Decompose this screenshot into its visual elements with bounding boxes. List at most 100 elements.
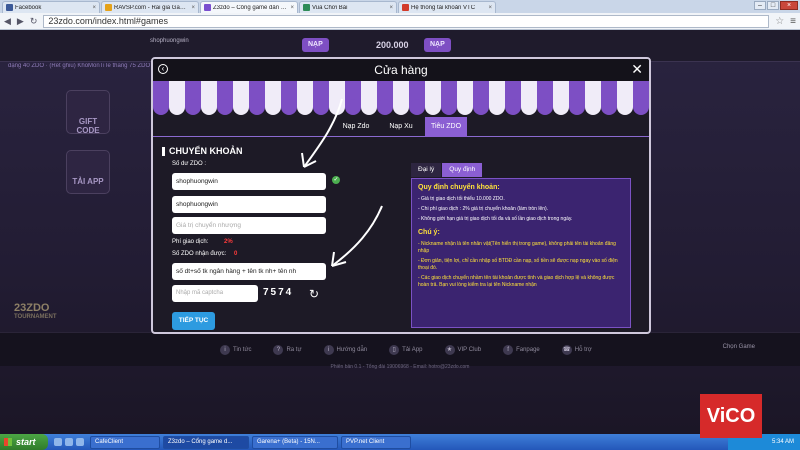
transfer-note-input[interactable]: số dt+số tk ngân hàng + tên tk nh+ tên n… [172,263,326,280]
tab-close-icon[interactable]: × [488,5,492,11]
note-item: - Nickname nhận là tên nhân vật(Tên hiển… [418,241,616,254]
question-icon: ? [273,344,284,355]
tab-close-icon[interactable]: × [191,5,195,11]
footer-label: Ra tự [286,346,302,353]
footer-download[interactable]: ▯ Tải App [389,344,423,355]
footer-label: Hướng dẫn [336,346,368,353]
rule-item: - Giá trị giao dịch tối thiểu 10.000 ZDO… [418,196,505,202]
footer-support[interactable]: ☎ Hỗ trợ [561,344,592,355]
footer-vip[interactable]: ★ VIP Club [444,344,481,355]
continue-button[interactable]: TIẾP TỤC [172,312,215,330]
tab-quy-dinh[interactable]: Quy định [442,163,483,177]
footer-guide[interactable]: i Hướng dẫn [323,344,368,355]
back-icon[interactable]: ◀ [4,16,11,27]
captcha-image: 7574 [263,287,294,298]
taskbar-item-active[interactable]: Z3zdo – Cổng game d... [163,435,249,449]
notes-title: Chú ý: [418,229,440,236]
footer-fanpage[interactable]: f Fanpage [503,344,540,355]
site-icon [204,4,211,11]
receiver-nickname-input[interactable]: shophuongwin [172,196,326,213]
facebook-icon: f [503,344,514,355]
info-icon: i [323,344,334,355]
tab-close-icon[interactable]: × [389,5,393,11]
balance-field[interactable]: shophuongwin [172,173,326,190]
refresh-captcha-icon[interactable]: ↻ [309,287,319,301]
tab-close-icon[interactable]: × [92,5,96,11]
footer-label: Tin tức [233,346,252,353]
browser-tab-vtc[interactable]: Hệ thống tài khoản VTC × [398,1,496,13]
browser-tab-23zdo[interactable]: Z3zdo – Cổng game dân giam × [200,1,298,13]
footer-news[interactable]: i Tin tức [220,344,252,355]
note-item: - Các giao dịch chuyển nhầm tên tài khoả… [418,275,615,288]
browser-tab-facebook[interactable]: Facebook × [2,1,100,13]
footer-label: Tải App [402,346,423,353]
taskbar-item[interactable]: CafeClient [90,435,160,449]
shop-tabs: Nạp Zdo Nạp Xu Tiêu ZDO [153,117,649,137]
tab-label: Vua Chơi Bài [312,4,348,11]
check-icon: ✓ [332,176,340,184]
nap-button-2[interactable]: NẠP [424,38,451,52]
modal-title: Cửa hàng [374,63,428,77]
taskbar-item[interactable]: PVP.net Client [341,435,411,449]
reload-icon[interactable]: ↻ [30,16,38,27]
browser-tab-ravsp[interactable]: RAVSP.com - Rai gia Game Lo × [101,1,199,13]
amount-input[interactable]: Giá trị chuyển nhượng [172,217,326,234]
section-title-text: CHUYỂN KHOẢN [169,146,243,156]
fee-value: 2% [224,239,233,245]
close-icon[interactable]: ✕ [631,61,643,78]
start-button[interactable]: start [0,434,48,450]
tab-label: Z3zdo – Cổng game dân giam [213,4,289,11]
tab-tieu-zdo[interactable]: Tiêu ZDO [425,117,467,137]
tab-nap-zdo[interactable]: Nạp Zdo [336,117,376,137]
facebook-icon [6,4,13,11]
site-icon [402,4,409,11]
close-window-button[interactable]: × [780,1,798,10]
rules-title: Quy định chuyển khoản: [418,184,500,191]
maximize-button[interactable]: □ [767,1,779,10]
quick-launch-icon[interactable] [76,438,84,446]
star-icon: ★ [444,344,455,355]
tournament-subtitle: TOURNAMENT [14,314,57,320]
footer-help[interactable]: ? Ra tự [273,344,302,355]
minimize-button[interactable]: – [754,1,766,10]
download-app-button[interactable]: TẢI APP [66,150,110,194]
note-item: - Đơn giản, tiện lợi, chỉ cần nhập số BT… [418,258,618,271]
footer-label: Hỗ trợ [574,346,592,353]
phone-icon: ▯ [389,344,400,355]
info-icon: i [220,344,230,355]
quick-launch [54,438,87,446]
copyright: Phiên bản 0.1 - Tổng đài 19006968 - Emai… [330,364,470,370]
balance-label: Số dư ZDO : [172,161,207,167]
quick-launch-icon[interactable] [54,438,62,446]
taskbar-item[interactable]: Garena+ (Beta) - 15N... [252,435,338,449]
captcha-input[interactable]: Nhập mã captcha [172,285,258,302]
windows-logo-icon [4,438,12,446]
browser-tab-vua-choi-bai[interactable]: Vua Chơi Bài × [299,1,397,13]
choose-game-button[interactable]: Chọn Game [723,344,755,350]
url-input[interactable]: 23zdo.com/index.html#games [43,14,770,28]
tab-nap-xu[interactable]: Nạp Xu [381,117,421,137]
browser-menu-icon[interactable]: ≡ [790,16,796,27]
os-taskbar: start CafeClient Z3zdo – Cổng game d... … [0,434,800,450]
receive-label: Số ZDO nhận được: [172,251,227,257]
phone-support-icon: ☎ [561,344,572,355]
footer-label: Fanpage [516,346,540,353]
start-label: start [16,437,36,447]
window-controls: – □ × [753,1,798,10]
bookmark-star-icon[interactable]: ☆ [775,16,784,27]
shop-awning [153,81,649,115]
browser-tab-strip: Facebook × RAVSP.com - Rai gia Game Lo ×… [0,0,800,13]
forward-icon[interactable]: ▶ [17,16,24,27]
site-icon [303,4,310,11]
nap-button-1[interactable]: NẠP [302,38,329,52]
fee-row: Phí giao dịch: 2% [172,239,233,245]
tab-close-icon[interactable]: × [290,5,294,11]
tab-label: Hệ thống tài khoản VTC [411,4,476,11]
tab-dai-ly[interactable]: Đại lý [411,163,442,177]
giftcode-button[interactable]: GIFT CODE [66,90,110,135]
tournament-logo[interactable]: 23ZDO TOURNAMENT [14,302,57,320]
section-bar [162,146,165,156]
shop-modal: ‹ Cửa hàng ✕ Nạp Zdo Nạp Xu Tiêu ZDO CHU… [151,57,651,334]
quick-launch-icon[interactable] [65,438,73,446]
balance: 200.000 [376,40,409,50]
